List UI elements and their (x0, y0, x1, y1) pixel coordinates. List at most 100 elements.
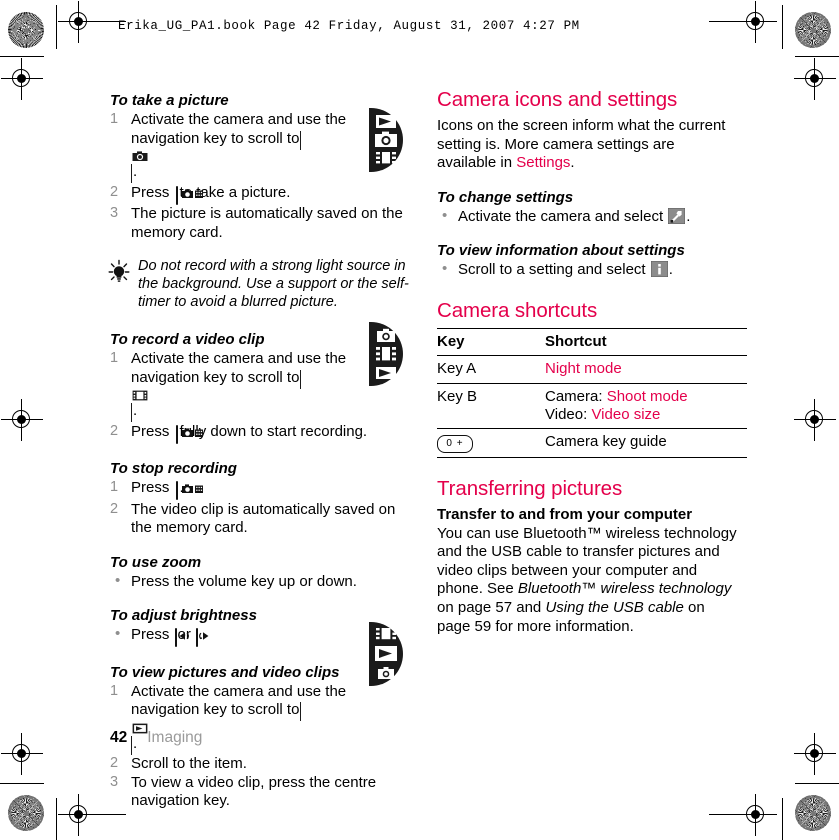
list-item: 2 The video clip is automatically saved o… (110, 501, 410, 538)
bullet-text: Press the volume key up or down. (131, 572, 357, 590)
camera-mode-thumbnail (369, 108, 403, 172)
step-number: 3 (110, 773, 119, 790)
step-number: 1 (110, 111, 119, 127)
video-mode-glyph (376, 628, 396, 640)
camera-key-icon (175, 185, 203, 205)
cell-shortcut: Camera key guide (545, 428, 747, 459)
playback-mode-glyph (375, 646, 397, 661)
paragraph-text-tail: . (570, 154, 575, 172)
nav-right-key-icon (196, 628, 209, 648)
trim-rule-top-left (56, 5, 57, 49)
step-number: 1 (110, 682, 119, 699)
step-text: The video clip is automatically saved on… (131, 500, 396, 537)
step-number: 1 (110, 350, 119, 366)
shortcut-value-camera: Shoot mode (606, 387, 688, 405)
camera-key-icon (175, 481, 203, 501)
trim-rule-right-bottom (795, 783, 839, 784)
file-slug-line: Erika_UG_PA1.book Page 42 Friday, August… (118, 19, 580, 33)
table-row: Key B Camera: Shoot mode Video: Video si… (437, 383, 747, 430)
bullets-use-zoom: • Press the volume key up or down. (110, 572, 410, 592)
steps-record-video-clip: 1 Activate the camera and use the navigat… (110, 350, 410, 444)
table-row: Key A Night mode (437, 355, 747, 384)
steps-take-a-picture: 1 Activate the camera and use the navigat… (110, 111, 410, 242)
list-item: 1Press . (110, 479, 410, 501)
step-text: Activate the camera and use the navigati… (131, 350, 347, 386)
list-item: 2 Press fully down to start recording. (110, 423, 410, 445)
playback-mode-glyph (376, 367, 396, 379)
camera-mode-glyph (378, 667, 394, 679)
heading-to-adjust-brightness: To adjust brightness (110, 607, 257, 625)
right-text-column: Camera icons and settings Icons on the s… (437, 88, 747, 636)
paragraph-camera-icons-intro: Icons on the screen inform what the curr… (437, 117, 737, 173)
bullets-change-settings: • Activate the camera and select . (437, 206, 737, 227)
heading-to-stop-recording: To stop recording (110, 460, 237, 478)
lightbulb-icon (106, 259, 132, 285)
registration-mark-top-left (58, 1, 126, 43)
playback-mode-thumbnail (369, 622, 403, 686)
page-number: 42 (110, 729, 128, 746)
trim-rule-bottom-left (56, 798, 57, 840)
list-item: 2 Scroll to the item. (110, 755, 410, 774)
nav-left-key-icon (174, 628, 189, 648)
list-item: 1 Activate the camera and use the navigat… (110, 111, 410, 184)
list-item: 1 Activate the camera and use the navigat… (110, 350, 410, 423)
heading-to-view-information-about-settings: To view information about settings (437, 242, 685, 260)
camera-shortcuts-table: Key Shortcut Key A Night mode Key B Came… (437, 327, 747, 459)
registration-mark-bottom-left (58, 794, 126, 836)
inline-reference-settings: Settings (516, 154, 571, 172)
registration-mark-left-bottom (1, 733, 43, 775)
registration-mark-top-right (709, 1, 777, 43)
list-item: • Press or . (110, 625, 410, 648)
step-text-tail: . (133, 402, 138, 420)
shortcut-label-camera: Camera: (545, 387, 607, 405)
column-header-shortcut: Shortcut (545, 327, 747, 357)
list-item: 2 Press to take a picture. (110, 184, 410, 206)
manual-page: Erika_UG_PA1.book Page 42 Friday, August… (0, 0, 839, 840)
camera-mode-glyph (377, 328, 395, 342)
paragraph-transfer-body: You can use Bluetooth™ wireless technolo… (437, 525, 737, 636)
page-footer: 42 Imaging (110, 729, 202, 747)
cell-shortcut: Night mode (545, 355, 747, 384)
trim-rule-right-top (795, 56, 839, 57)
registration-mark-right-middle (794, 399, 836, 441)
trim-rule-left-top (0, 56, 44, 57)
step-text: Press (131, 183, 174, 201)
left-text-column: To take a picture 1 Activate the camera a… (108, 92, 410, 811)
cell-key: Key B (437, 383, 545, 430)
registration-mark-left-top (1, 58, 43, 100)
print-control-starburst-bottom-left (8, 795, 44, 831)
footer-section-name: Imaging (147, 729, 203, 746)
trim-rule-left-bottom (0, 783, 44, 784)
bullet-text-tail: . (668, 261, 673, 279)
step-text: To view a video clip, press the centre n… (131, 773, 377, 810)
step-text: Activate the camera and use the navigati… (131, 682, 347, 719)
step-number: 1 (110, 479, 119, 496)
video-mode-glyph (376, 347, 396, 361)
shortcut-label-video: Video: (545, 405, 592, 423)
step-number: 2 (110, 422, 119, 439)
tip-text: Do not record with a strong light source… (138, 258, 409, 311)
table-row: 0 + Camera key guide (437, 428, 747, 459)
registration-mark-bottom-right (709, 794, 777, 836)
heading-to-view-pictures-and-video-clips: To view pictures and video clips (110, 663, 340, 681)
bullet-glyph: • (442, 206, 448, 224)
cell-shortcut: Camera: Shoot mode Video: Video size (545, 383, 747, 430)
video-mode-glyph (376, 152, 396, 164)
step-number: 2 (110, 183, 119, 200)
step-number: 2 (110, 755, 119, 772)
list-item: • Activate the camera and select . (437, 206, 737, 227)
camera-key-icon (175, 424, 203, 444)
step-number: 3 (110, 205, 119, 222)
trim-rule-bottom-right (782, 798, 783, 840)
step-text-tail: . (133, 163, 138, 181)
list-item: • Scroll to a setting and select . (437, 260, 737, 280)
heading-to-use-zoom: To use zoom (110, 553, 202, 571)
step-text: Press (131, 422, 174, 440)
table-header-row: Key Shortcut (437, 327, 747, 357)
steps-stop-recording: 1Press . 2The video clip is automaticall… (110, 479, 410, 538)
section-title-transferring-pictures: Transferring pictures (437, 477, 623, 501)
paragraph-text-mid: on page 57 and (437, 598, 546, 616)
section-title-camera-icons-and-settings: Camera icons and settings (437, 88, 678, 111)
bullet-glyph: • (442, 260, 448, 278)
heading-to-take-a-picture: To take a picture (110, 92, 229, 109)
